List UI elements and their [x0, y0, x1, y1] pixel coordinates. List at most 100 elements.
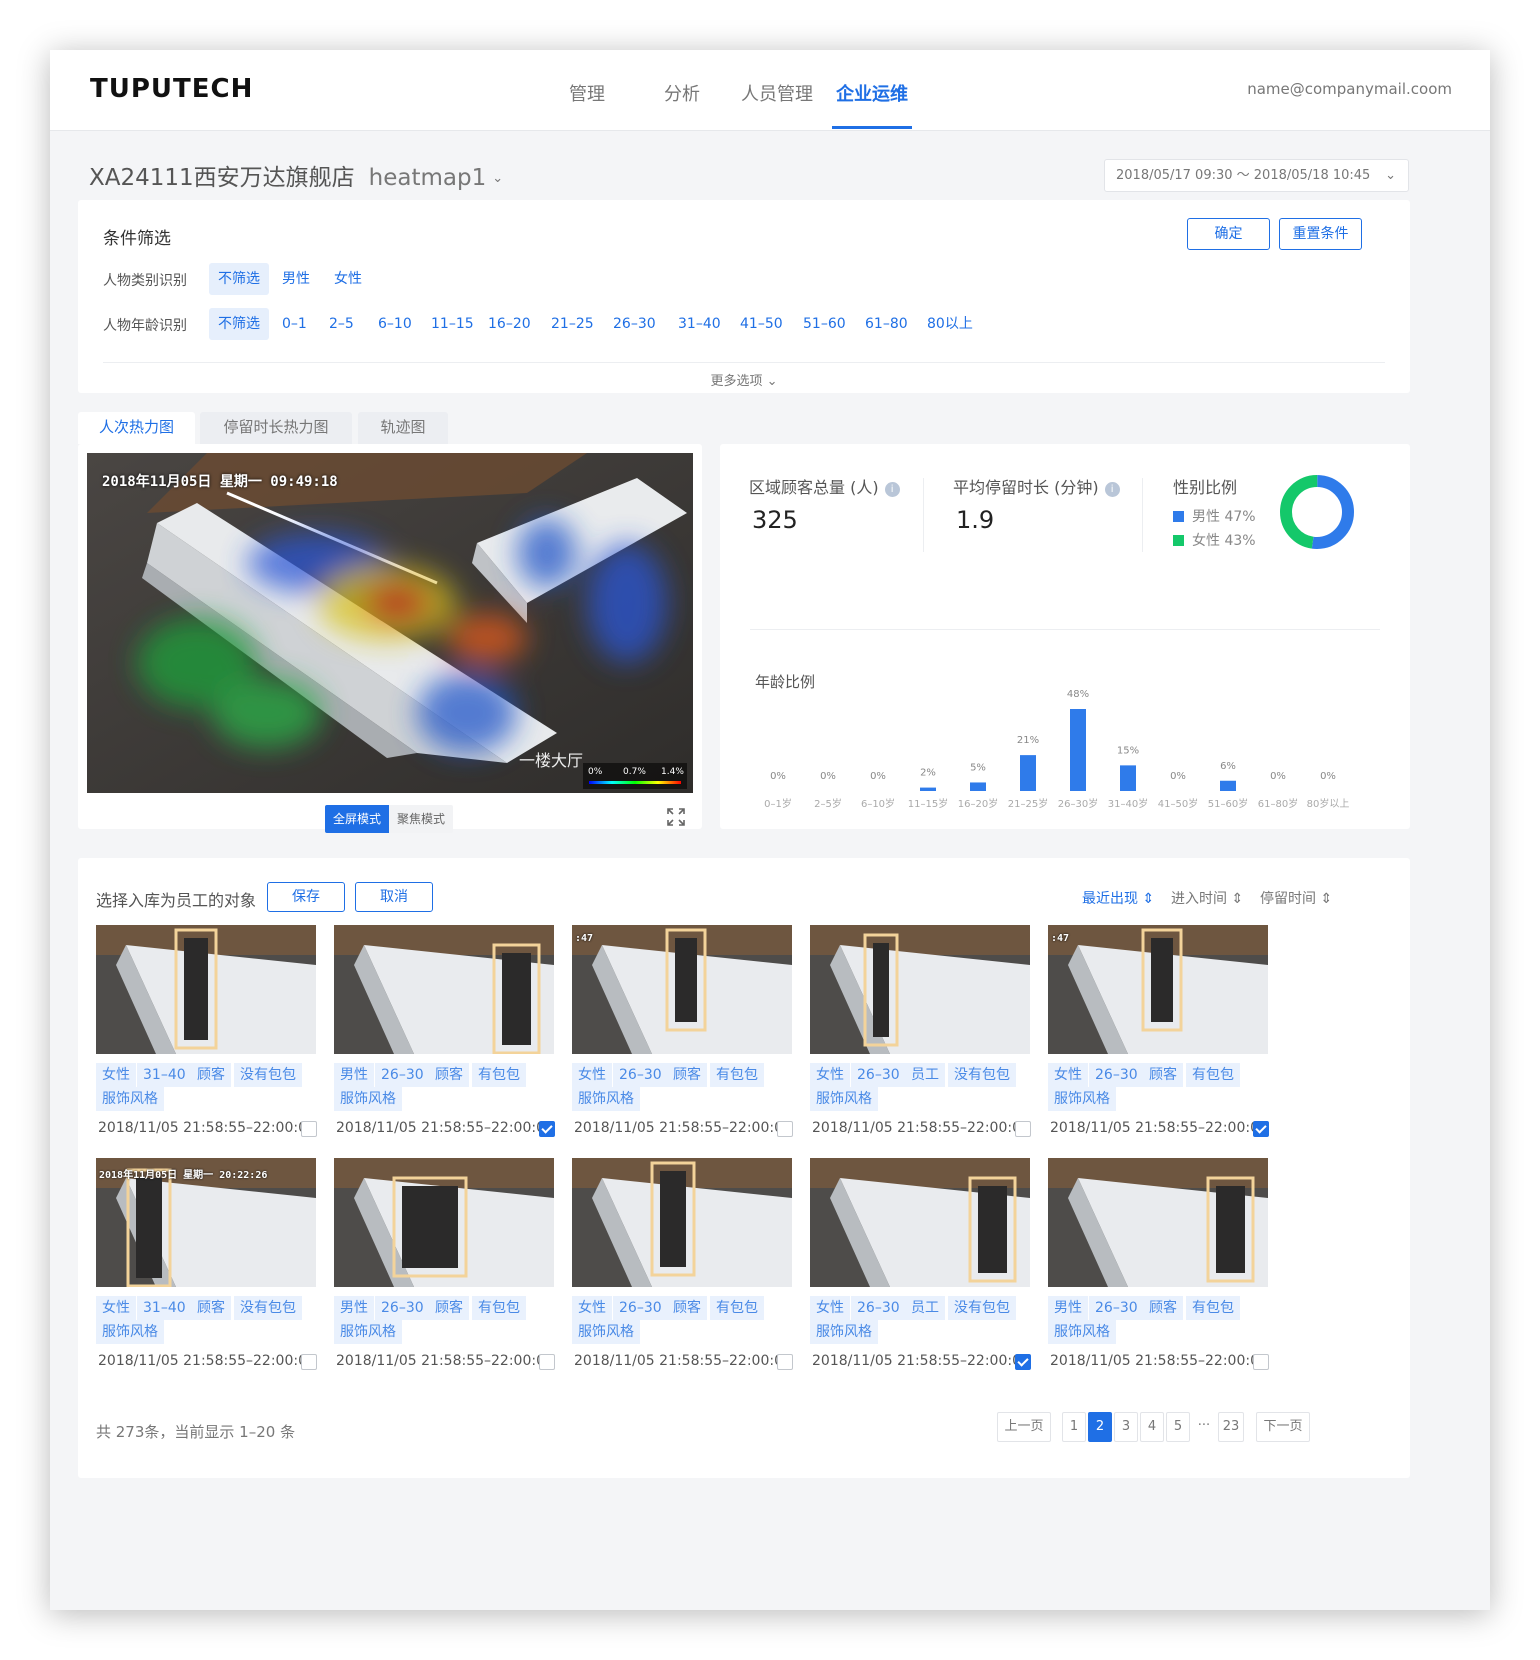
more-options-toggle[interactable]: 更多选项 ⌄ [78, 370, 1410, 389]
total-customers-text: 区域顾客总量 (人) [749, 478, 879, 497]
age-option[interactable]: 80以上 [927, 308, 973, 340]
fullscreen-mode-button[interactable]: 全屏模式 [325, 805, 389, 833]
age-bar-value: 0% [770, 771, 786, 782]
logo: TUPUTECH [90, 74, 254, 104]
reset-button[interactable]: 重置条件 [1279, 218, 1362, 250]
legend-gradient [589, 781, 681, 784]
age-option[interactable]: 2–5 [329, 308, 354, 340]
person-card[interactable]: 女性 26–30 员工 没有包包 服饰风格 2018/11/05 21:58:55–22:… [810, 1158, 1048, 1388]
snapshot-scene [1048, 1158, 1268, 1287]
chevron-down-icon: ⌄ [492, 171, 504, 186]
attribute-tag: 26–30 [613, 1063, 668, 1087]
prev-page-button[interactable]: 上一页 [997, 1412, 1051, 1442]
attribute-tag: 顾客 [191, 1296, 231, 1320]
age-bar [970, 782, 986, 791]
age-option[interactable]: 0–1 [282, 308, 307, 340]
gender-option-all[interactable]: 不筛选 [209, 263, 269, 295]
person-snapshot[interactable] [334, 1158, 554, 1287]
tab-trajectory[interactable]: 轨迹图 [358, 412, 448, 444]
attribute-tag: 顾客 [667, 1063, 707, 1087]
tab-stay-heatmap[interactable]: 停留时长热力图 [200, 412, 352, 444]
person-card[interactable]: :47 女性 26–30 顾客 有包包 服饰风格 2018/11/05 21:58:55–2… [1048, 925, 1286, 1155]
sort-recent[interactable]: 最近出现 ⇕ [1082, 888, 1154, 908]
select-checkbox[interactable] [539, 1121, 555, 1137]
save-button[interactable]: 保存 [267, 882, 345, 912]
tab-visit-heatmap[interactable]: 人次热力图 [78, 412, 195, 444]
heatmap-image[interactable]: 2018年11月05日 星期一 09:49:18 一楼大厅 0% 0.7% 1.… [87, 453, 693, 793]
person-card[interactable]: 男性 26–30 顾客 有包包 服饰风格 2018/11/05 21:58:55–22:0… [1048, 1158, 1286, 1388]
nav-people[interactable]: 人员管理 [741, 80, 813, 106]
age-category-label: 16–20岁 [958, 797, 998, 810]
person-snapshot[interactable]: :47 [572, 925, 792, 1054]
age-option[interactable]: 51–60 [803, 308, 846, 340]
app-window: TUPUTECH 管理 分析 人员管理 企业运维 name@companymai… [50, 50, 1490, 1610]
age-option[interactable]: 6–10 [378, 308, 412, 340]
date-range-value: 2018/05/17 09:30 ～ 2018/05/18 10:45 [1116, 168, 1371, 183]
person-snapshot[interactable] [810, 1158, 1030, 1287]
person-snapshot[interactable] [334, 925, 554, 1054]
cancel-button[interactable]: 取消 [355, 882, 433, 912]
attribute-tag: 26–30 [1089, 1296, 1144, 1320]
page-button[interactable]: 23 [1218, 1412, 1244, 1442]
page-button[interactable]: 1 [1062, 1412, 1086, 1442]
nav-analysis[interactable]: 分析 [664, 80, 700, 106]
person-snapshot[interactable]: :47 [1048, 925, 1268, 1054]
filter-panel: 条件筛选 确定 重置条件 人物类别识别 不筛选 男性 女性 人物年龄识别 不筛选… [78, 200, 1410, 393]
sort-entry-time[interactable]: 进入时间 ⇕ [1171, 888, 1243, 908]
confirm-button[interactable]: 确定 [1187, 218, 1270, 250]
page-button[interactable]: 3 [1114, 1412, 1138, 1442]
focus-mode-button[interactable]: 聚焦模式 [389, 805, 453, 833]
person-card[interactable]: :47 女性 26–30 顾客 有包包 服饰风格 2018/11/05 21:58:55–2… [572, 925, 810, 1155]
person-snapshot[interactable] [810, 925, 1030, 1054]
attribute-tag: 顾客 [429, 1296, 469, 1320]
select-checkbox[interactable] [1015, 1354, 1031, 1370]
page-button[interactable]: 4 [1140, 1412, 1164, 1442]
person-snapshot[interactable]: 2018年11月05日 星期一 20:22:26 [96, 1158, 316, 1287]
person-snapshot[interactable] [572, 1158, 792, 1287]
date-range-picker[interactable]: 2018/05/17 09:30 ～ 2018/05/18 10:45 ⌄ [1104, 159, 1409, 192]
age-option[interactable]: 26–30 [613, 308, 656, 340]
select-checkbox[interactable] [539, 1354, 555, 1370]
gender-option-male[interactable]: 男性 [282, 263, 310, 295]
info-icon[interactable]: i [884, 482, 900, 497]
select-checkbox[interactable] [777, 1354, 793, 1370]
info-icon[interactable]: i [1104, 482, 1120, 497]
total-customers-label: 区域顾客总量 (人) i [749, 474, 900, 498]
select-checkbox[interactable] [1253, 1121, 1269, 1137]
person-card[interactable]: 女性 31–40 顾客 没有包包 服饰风格 2018/11/05 21:58:55–22:… [96, 925, 334, 1155]
age-option-all[interactable]: 不筛选 [209, 308, 269, 340]
select-checkbox[interactable] [301, 1121, 317, 1137]
next-page-button[interactable]: 下一页 [1256, 1412, 1310, 1442]
expand-icon[interactable] [666, 807, 686, 827]
gender-option-female[interactable]: 女性 [334, 263, 362, 295]
nav-active-indicator [832, 126, 912, 129]
person-snapshot[interactable] [96, 925, 316, 1054]
age-option[interactable]: 16–20 [488, 308, 531, 340]
user-email[interactable]: name@companymail.coom [1247, 80, 1452, 98]
age-option[interactable]: 31–40 [678, 308, 721, 340]
age-category-label: 6–10岁 [861, 797, 895, 810]
attribute-tag: 女性 [96, 1063, 136, 1087]
sort-stay-time[interactable]: 停留时间 ⇕ [1260, 888, 1332, 908]
select-checkbox[interactable] [1253, 1354, 1269, 1370]
select-checkbox[interactable] [1015, 1121, 1031, 1137]
page-button[interactable]: 2 [1088, 1412, 1112, 1442]
person-card[interactable]: 男性 26–30 顾客 有包包 服饰风格 2018/11/05 21:58:55–22:0… [334, 1158, 572, 1388]
person-snapshot[interactable] [1048, 1158, 1268, 1287]
nav-manage[interactable]: 管理 [569, 80, 605, 106]
snapshot-scene [572, 1158, 792, 1287]
person-card[interactable]: 女性 26–30 顾客 有包包 服饰风格 2018/11/05 21:58:55–22:0… [572, 1158, 810, 1388]
view-selector[interactable]: heatmap1 ⌄ [369, 165, 503, 191]
person-card[interactable]: 女性 26–30 员工 没有包包 服饰风格 2018/11/05 21:58:55–22:… [810, 925, 1048, 1155]
age-option[interactable]: 21–25 [551, 308, 594, 340]
page-button[interactable]: 5 [1166, 1412, 1190, 1442]
age-option[interactable]: 41–50 [740, 308, 783, 340]
attribute-tag: 26–30 [851, 1296, 906, 1320]
person-card[interactable]: 男性 26–30 顾客 有包包 服饰风格 2018/11/05 21:58:55–22:0… [334, 925, 572, 1155]
select-checkbox[interactable] [777, 1121, 793, 1137]
person-card[interactable]: 2018年11月05日 星期一 20:22:26 女性 31–40 顾客 没有包包 服饰风… [96, 1158, 334, 1388]
nav-operations[interactable]: 企业运维 [836, 80, 908, 106]
age-option[interactable]: 11–15 [431, 308, 474, 340]
select-checkbox[interactable] [301, 1354, 317, 1370]
age-option[interactable]: 61–80 [865, 308, 908, 340]
